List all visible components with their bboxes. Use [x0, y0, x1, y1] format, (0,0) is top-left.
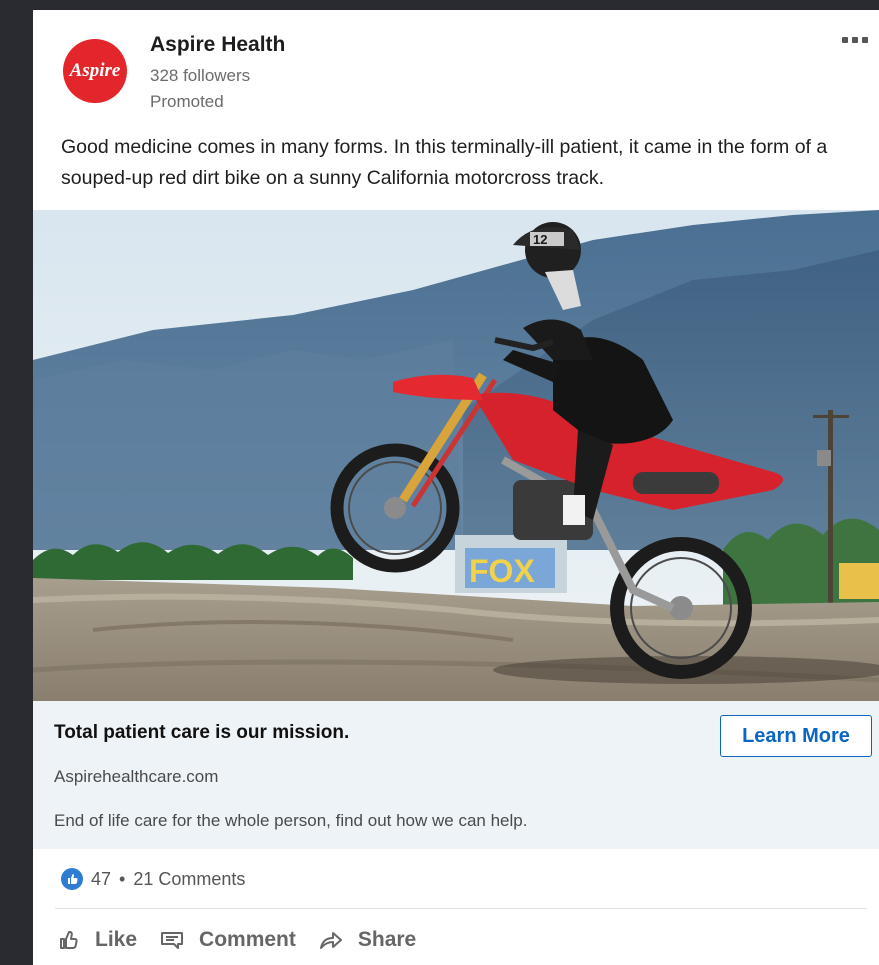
company-logo[interactable]: Aspire	[63, 39, 127, 103]
comment-button[interactable]: Comment	[159, 928, 296, 952]
promoted-post-card: Aspire Aspire Health 328 followers Promo…	[33, 10, 879, 965]
post-body-text: Good medicine comes in many forms. In th…	[61, 136, 828, 189]
comment-label: Comment	[199, 928, 296, 951]
learn-more-button[interactable]: Learn More	[720, 715, 872, 757]
comment-icon	[159, 928, 185, 952]
share-label: Share	[357, 928, 417, 951]
more-options-button[interactable]	[837, 28, 873, 52]
more-horizontal-icon-dot	[862, 37, 868, 43]
cta-description: End of life care for the whole person, f…	[54, 811, 528, 830]
promoted-label: Promoted	[150, 92, 224, 111]
more-horizontal-icon-dot	[852, 37, 858, 43]
like-button[interactable]: Like	[57, 928, 137, 952]
wall-art-text: FOX	[469, 553, 535, 589]
follower-count: 328 followers	[150, 66, 251, 85]
share-arrow-icon	[318, 928, 344, 952]
share-button[interactable]: Share	[318, 928, 416, 952]
social-counts: 47 • 21 Comments	[61, 868, 245, 890]
reaction-count[interactable]: 47	[91, 869, 111, 890]
action-divider	[55, 908, 867, 909]
cta-headline[interactable]: Total patient care is our mission.	[54, 722, 349, 744]
dirt-bike-photo: FOX 12	[33, 210, 879, 701]
cta-url[interactable]: Aspirehealthcare.com	[54, 767, 218, 787]
bike-number-text: 12	[533, 232, 547, 247]
post-image[interactable]: FOX 12	[33, 210, 879, 701]
thumbs-up-icon	[57, 928, 81, 952]
post-action-bar: Like Comment Share	[57, 928, 438, 952]
logo-wordmark: Aspire	[69, 60, 121, 81]
company-name[interactable]: Aspire Health	[150, 33, 285, 57]
comment-count[interactable]: 21 Comments	[133, 869, 245, 890]
like-reaction-icon	[61, 868, 83, 890]
like-label: Like	[95, 928, 138, 951]
count-separator: •	[119, 868, 126, 889]
more-horizontal-icon	[842, 37, 848, 43]
